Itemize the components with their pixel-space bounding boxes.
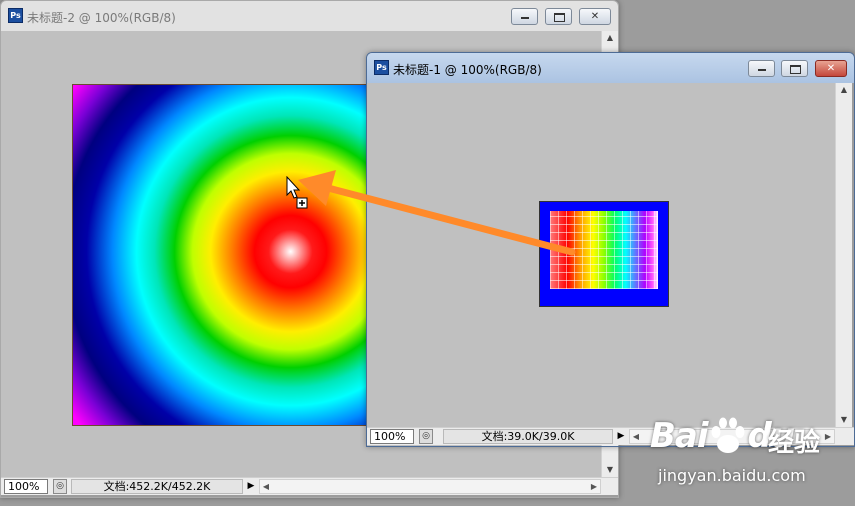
status-menu-icon[interactable]: ▶ — [615, 429, 627, 444]
drag-copy-cursor-icon — [286, 176, 308, 209]
close-button[interactable]: ✕ — [579, 8, 611, 25]
close-icon: ✕ — [826, 63, 836, 74]
status-options-icon[interactable]: ◎ — [53, 479, 67, 494]
close-icon: ✕ — [590, 11, 600, 22]
window-title: 未标题-2 @ 100%(RGB/8) — [27, 11, 176, 25]
minimize-button[interactable] — [748, 60, 775, 77]
maximize-icon — [554, 13, 565, 22]
baidu-jingyan-watermark: Bai du 经验 jingyan.baidu.com — [640, 410, 850, 500]
status-bar: 100% ◎ 文档:452.2K/452.2K ▶ ◀ ▶ — [1, 477, 618, 495]
title-bar[interactable]: Ps 未标题-2 @ 100%(RGB/8) ✕ — [1, 1, 618, 31]
document-size-info: 文档:39.0K/39.0K — [443, 429, 613, 444]
color-stripes-image[interactable] — [539, 201, 669, 307]
scroll-left-icon[interactable]: ◀ — [260, 480, 272, 493]
photoshop-icon: Ps — [374, 60, 389, 75]
maximize-icon — [790, 65, 801, 74]
watermark-url: jingyan.baidu.com — [658, 466, 806, 485]
stripes-pattern — [550, 211, 658, 289]
minimize-icon — [758, 69, 766, 71]
zoom-level-field[interactable]: 100% — [4, 479, 48, 494]
scroll-up-icon[interactable]: ▲ — [836, 83, 852, 97]
minimize-icon — [521, 17, 529, 19]
scroll-up-icon[interactable]: ▲ — [602, 31, 618, 45]
status-menu-icon[interactable]: ▶ — [245, 479, 257, 494]
scroll-down-icon[interactable]: ▼ — [602, 463, 618, 477]
radial-gradient-image[interactable] — [72, 84, 368, 426]
title-bar[interactable]: Ps 未标题-1 @ 100%(RGB/8) ✕ — [367, 53, 854, 83]
minimize-button[interactable] — [511, 8, 538, 25]
horizontal-scrollbar[interactable]: ◀ ▶ — [259, 479, 601, 494]
zoom-level-field[interactable]: 100% — [370, 429, 414, 444]
baidu-paw-icon — [711, 417, 745, 453]
photoshop-icon: Ps — [8, 8, 23, 23]
maximize-button[interactable] — [545, 8, 572, 25]
maximize-button[interactable] — [781, 60, 808, 77]
document-size-info: 文档:452.2K/452.2K — [71, 479, 243, 494]
close-button[interactable]: ✕ — [815, 60, 847, 77]
status-options-icon[interactable]: ◎ — [419, 429, 433, 444]
scroll-right-icon[interactable]: ▶ — [588, 480, 600, 493]
window-title: 未标题-1 @ 100%(RGB/8) — [393, 63, 542, 77]
vertical-scrollbar[interactable]: ▲ ▼ — [835, 83, 852, 427]
document-window-untitled-1[interactable]: Ps 未标题-1 @ 100%(RGB/8) ✕ ▲ ▼ 100% ◎ 文档:3… — [366, 52, 855, 447]
watermark-jingyan-text: 经验 — [768, 428, 821, 458]
